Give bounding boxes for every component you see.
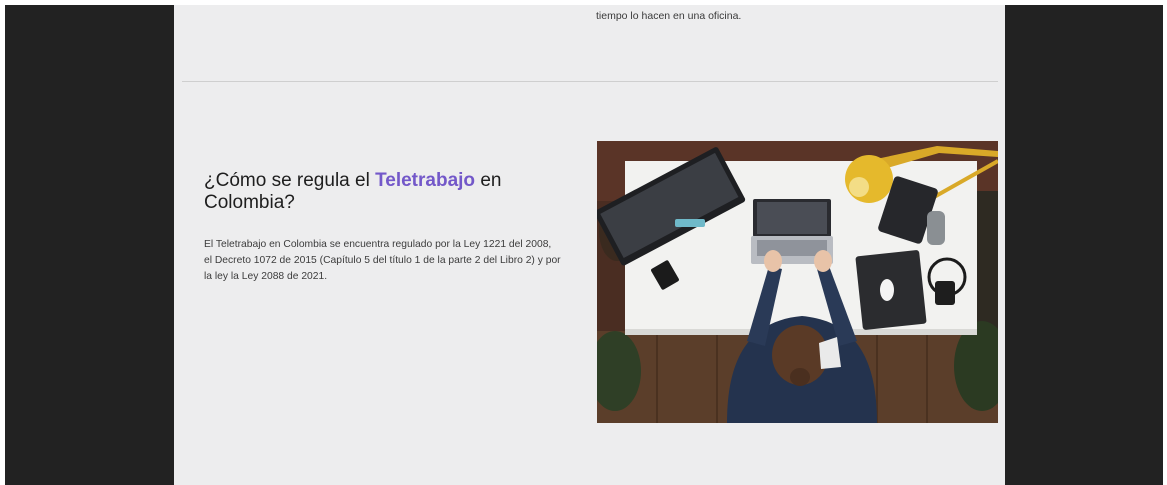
heading-accent-word: Teletrabajo: [375, 170, 476, 191]
teleworking-desk-photo: [597, 141, 998, 423]
section-body-text: El Teletrabajo en Colombia se encuentra …: [204, 239, 561, 282]
screenshot-frame: tiempo lo hacen en una oficina. ¿Cómo se…: [0, 0, 1167, 485]
right-backdrop: [1005, 5, 1163, 485]
heading-text-start: ¿Cómo se regula el: [204, 170, 376, 191]
left-backdrop: [5, 5, 174, 485]
previous-section-text: tiempo lo hacen en una oficina.: [596, 10, 742, 22]
section-divider: [182, 81, 998, 82]
section-heading: ¿Cómo se regula el Teletrabajo en Colomb…: [204, 170, 534, 214]
page-content: tiempo lo hacen en una oficina. ¿Cómo se…: [174, 5, 1005, 485]
